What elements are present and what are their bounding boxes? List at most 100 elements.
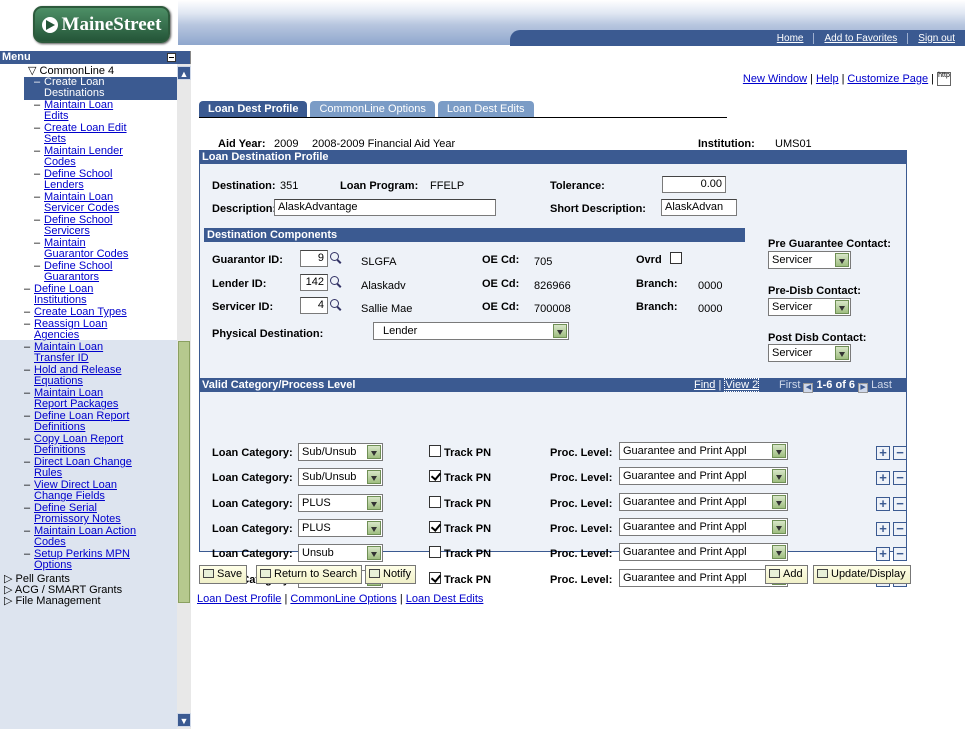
menu-scrollbar[interactable]: ▲ ▼: [177, 64, 191, 729]
lender-id-field[interactable]: 142: [300, 274, 328, 291]
delete-row-icon[interactable]: −: [893, 471, 907, 485]
loan-category-select[interactable]: PLUS: [298, 494, 383, 512]
proc-level-select[interactable]: Guarantee and Print Appl: [619, 518, 788, 536]
add-to-favorites-link[interactable]: Add to Favorites: [813, 32, 907, 44]
tab-loan-dest-edits[interactable]: Loan Dest Edits: [437, 101, 534, 117]
guarantor-id-field[interactable]: 9: [300, 250, 328, 267]
tab-loan-dest-profile[interactable]: Loan Dest Profile: [199, 101, 308, 117]
menu-item[interactable]: – Maintain Loan Servicer Codes: [34, 191, 119, 215]
track-pn-checkbox[interactable]: [429, 496, 441, 508]
bottom-link-loan-dest-edits[interactable]: Loan Dest Edits: [406, 593, 484, 605]
menu-item[interactable]: – Maintain Loan Transfer ID: [24, 341, 103, 365]
bottom-link-loan-dest-profile[interactable]: Loan Dest Profile: [197, 593, 281, 605]
help-link[interactable]: Help: [816, 73, 839, 85]
tolerance-field[interactable]: 0.00: [662, 176, 726, 193]
track-pn-checkbox[interactable]: [429, 572, 441, 584]
notify-button[interactable]: Notify: [365, 565, 417, 584]
menu-item[interactable]: – Define Loan Report Definitions: [24, 410, 129, 434]
update-display-button[interactable]: Update/Display: [813, 565, 911, 584]
menu-item[interactable]: – Create Loan Edit Sets: [34, 122, 127, 146]
proc-level-select[interactable]: Guarantee and Print Appl: [619, 442, 788, 460]
servicer-oe-label: OE Cd:: [482, 301, 520, 313]
menu-item[interactable]: – Copy Loan Report Definitions: [24, 433, 123, 457]
add-row-icon[interactable]: +: [876, 547, 890, 561]
description-field[interactable]: AlaskAdvantage: [274, 199, 496, 216]
bottom-link-commonline-options[interactable]: CommonLine Options: [290, 593, 396, 605]
minimize-menu-icon[interactable]: [167, 53, 176, 62]
add-button[interactable]: Add: [765, 565, 808, 584]
menu-item[interactable]: – Maintain Loan Report Packages: [24, 387, 118, 411]
physical-destination-select[interactable]: Lender: [373, 322, 569, 340]
menu-item[interactable]: – Maintain Loan Action Codes: [24, 525, 136, 549]
proc-level-select[interactable]: Guarantee and Print Appl: [619, 467, 788, 485]
menu-item[interactable]: – Define Loan Institutions: [24, 283, 93, 307]
first-link[interactable]: First: [779, 379, 800, 391]
proc-level-select[interactable]: Guarantee and Print Appl: [619, 493, 788, 511]
proc-level-select[interactable]: Guarantee and Print Appl: [619, 569, 788, 587]
pre-guarantee-contact-select[interactable]: Servicer: [768, 251, 851, 269]
menu-item[interactable]: – Maintain Lender Codes: [34, 145, 123, 169]
customize-page-link[interactable]: Customize Page: [847, 73, 928, 85]
menu-item[interactable]: – Reassign Loan Agencies: [24, 318, 107, 342]
mainestreet-logo[interactable]: MaineStreet: [33, 6, 170, 43]
menu-item[interactable]: – Create Loan Types: [24, 306, 127, 318]
scroll-down-icon[interactable]: ▼: [177, 713, 191, 727]
post-disb-contact-select[interactable]: Servicer: [768, 344, 851, 362]
guarantor-lookup-icon[interactable]: [330, 252, 342, 264]
tab-commonline-options[interactable]: CommonLine Options: [310, 101, 435, 117]
proc-level-select[interactable]: Guarantee and Print Appl: [619, 543, 788, 561]
lender-lookup-icon[interactable]: [330, 276, 342, 288]
loan-category-select[interactable]: Unsub: [298, 544, 383, 562]
loan-category-select[interactable]: Sub/Unsub: [298, 443, 383, 461]
ovrd-checkbox[interactable]: [670, 252, 682, 264]
menu-item[interactable]: – Hold and Release Equations: [24, 364, 121, 388]
new-window-link[interactable]: New Window: [743, 73, 807, 85]
loan-category-select[interactable]: Sub/Unsub: [298, 468, 383, 486]
menu-item[interactable]: – Direct Loan Change Rules: [24, 456, 132, 480]
menu-item[interactable]: – Define School Servicers: [34, 214, 113, 238]
short-description-field[interactable]: AlaskAdvan: [661, 199, 737, 216]
add-row-icon[interactable]: +: [876, 471, 890, 485]
track-pn-checkbox[interactable]: [429, 521, 441, 533]
view-2-link[interactable]: View 2: [724, 378, 760, 392]
previous-icon[interactable]: ◀: [803, 383, 814, 393]
pre-disb-contact-select[interactable]: Servicer: [768, 298, 851, 316]
track-pn-checkbox[interactable]: [429, 546, 441, 558]
delete-row-icon[interactable]: −: [893, 522, 907, 536]
return-to-search-button[interactable]: Return to Search: [256, 565, 363, 584]
delete-row-icon[interactable]: −: [893, 497, 907, 511]
save-button[interactable]: Save: [199, 565, 248, 584]
menu-item[interactable]: – Define School Guarantors: [34, 260, 113, 284]
menu-item[interactable]: – Create Loan Destinations: [24, 76, 177, 100]
add-row-icon[interactable]: +: [876, 446, 890, 460]
sign-out-link[interactable]: Sign out: [907, 32, 965, 44]
loan-category-select[interactable]: PLUS: [298, 519, 383, 537]
delete-row-icon[interactable]: −: [893, 446, 907, 460]
menu-item[interactable]: – View Direct Loan Change Fields: [24, 479, 117, 503]
last-link[interactable]: Last: [871, 379, 892, 391]
menu-item[interactable]: – Define Serial Promissory Notes: [24, 502, 121, 526]
menu-item[interactable]: – Define School Lenders: [34, 168, 113, 192]
next-icon[interactable]: ▶: [858, 383, 869, 393]
servicer-id-field[interactable]: 4: [300, 297, 328, 314]
track-pn-label: Track PN: [444, 447, 492, 459]
add-row-icon[interactable]: +: [876, 497, 890, 511]
track-pn-checkbox[interactable]: [429, 445, 441, 457]
add-row-icon[interactable]: +: [876, 522, 890, 536]
menu-item[interactable]: – Maintain Guarantor Codes: [34, 237, 128, 261]
scrollbar-thumb[interactable]: [178, 341, 190, 603]
home-link[interactable]: Home: [767, 33, 814, 44]
physical-destination-label: Physical Destination:: [212, 328, 324, 340]
menu-item[interactable]: ▷ File Management: [4, 595, 101, 607]
find-link[interactable]: Find: [694, 379, 715, 391]
menu-item[interactable]: – Setup Perkins MPN Options: [24, 548, 130, 572]
lender-branch-value: 0000: [698, 280, 723, 292]
scroll-up-icon[interactable]: ▲: [177, 66, 191, 80]
menu-item[interactable]: – Maintain Loan Edits: [34, 99, 113, 123]
delete-row-icon[interactable]: −: [893, 547, 907, 561]
servicer-lookup-icon[interactable]: [330, 299, 342, 311]
track-pn-label: Track PN: [444, 574, 492, 586]
valid-category-header: Valid Category/Process Level Find | View…: [199, 378, 907, 393]
track-pn-checkbox[interactable]: [429, 470, 441, 482]
http-icon[interactable]: http: [937, 72, 951, 86]
